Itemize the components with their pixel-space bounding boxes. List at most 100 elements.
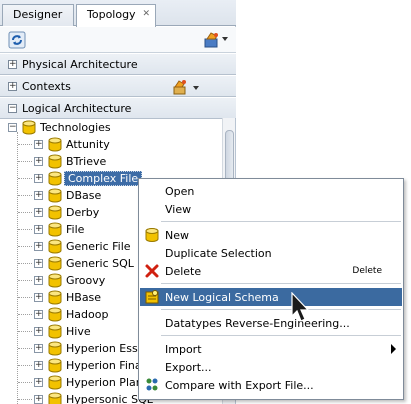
menu-separator [161,221,401,222]
menu-separator [161,283,401,284]
database-icon [48,137,62,152]
tree-node-label: Generic File [66,240,131,253]
tree-node-label: Derby [66,206,100,219]
database-icon [48,375,62,390]
database-icon [48,171,62,186]
context-tools-icon[interactable] [172,79,188,95]
database-icon [48,307,62,322]
expand-icon[interactable]: + [34,140,43,149]
tree-node-label: File [66,223,85,236]
database-icon [48,256,62,271]
database-icon [48,154,62,169]
menu-item-import[interactable]: Import [140,340,402,358]
menu-item-compare-with-export-file[interactable]: Compare with Export File... [140,376,402,394]
menu-item-label: New [165,229,189,242]
tree-guide-line [18,212,32,213]
tree-guide-line [18,229,32,230]
tree-node-label: Hyperion Fina [66,359,142,372]
tree-node-technologies[interactable]: − Technologies [8,119,218,136]
database-icon [48,222,62,237]
collapse-icon[interactable]: − [8,123,17,132]
tree-node-label: Generic SQL [66,257,134,270]
tree-guide-line [18,161,32,162]
expand-icon[interactable]: + [34,395,43,404]
menu-item-open[interactable]: Open [140,182,402,200]
database-icon [48,341,62,356]
menu-item-new[interactable]: New [140,226,402,244]
expand-icon[interactable]: + [34,310,43,319]
tree-guide-line [18,365,32,366]
database-icon [48,392,62,404]
menu-item-export[interactable]: Export... [140,358,402,376]
tree-guide-line [18,195,32,196]
expand-icon[interactable]: + [8,82,17,91]
menu-item-label: Datatypes Reverse-Engineering... [165,317,350,330]
mouse-pointer-icon [291,292,310,322]
tree-node-label: Complex File [64,171,143,186]
refresh-icon[interactable] [8,31,26,49]
menu-item-label: Import [165,343,202,356]
tab-topology-label: Topology [87,8,136,21]
tab-designer[interactable]: Designer [2,4,74,26]
tree-node-label: DBase [66,189,102,202]
new-db-icon [145,228,159,242]
section-label: Physical Architecture [22,58,138,71]
compare-icon [146,378,158,391]
tree-node-technology[interactable]: + BTrieve [34,153,222,170]
tree-guide-line [18,331,32,332]
tree-guide-line [18,246,32,247]
database-icon [48,205,62,220]
expand-icon[interactable]: + [34,344,43,353]
database-icon [48,239,62,254]
tab-bar: Designer Topology ✕ [0,0,236,27]
section-logical-architecture[interactable]: − Logical Architecture [0,97,236,119]
database-icon [48,273,62,288]
tab-topology[interactable]: Topology ✕ [76,4,156,27]
menu-item-delete[interactable]: Delete Delete [140,262,402,280]
expand-icon[interactable]: + [34,378,43,387]
menu-item-new-logical-schema[interactable]: New Logical Schema [140,288,402,306]
connect-navigator-icon[interactable] [203,31,221,49]
expand-icon[interactable]: + [8,60,17,69]
menu-item-accelerator: Delete [352,266,382,276]
tree-guide-line [18,399,32,400]
tree-guide-line [18,314,32,315]
tree-guide-line [18,263,32,264]
section-contexts[interactable]: + Contexts [0,75,236,97]
menu-item-label: Export... [165,361,212,374]
expand-icon[interactable]: + [34,293,43,302]
tree-guide-line [18,348,32,349]
expand-icon[interactable]: + [34,259,43,268]
tree-node-label: Groovy [66,274,106,287]
expand-icon[interactable]: + [34,361,43,370]
expand-icon[interactable]: + [34,242,43,251]
tree-guide-line [18,144,32,145]
chevron-down-icon[interactable] [192,84,200,92]
tree-node-technology[interactable]: + Attunity [34,136,222,153]
menu-item-datatypes-reverse-engineering[interactable]: Datatypes Reverse-Engineering... [140,314,402,332]
database-icon [48,358,62,373]
menu-item-label: Duplicate Selection [165,247,272,260]
tree-node-label: Hive [66,325,91,338]
submenu-arrow-icon [391,344,396,354]
expand-icon[interactable]: + [34,276,43,285]
expand-icon[interactable]: + [34,225,43,234]
menu-item-view[interactable]: View [140,200,402,218]
close-tab-icon[interactable]: ✕ [142,9,150,19]
chevron-down-icon[interactable] [221,35,229,43]
database-icon [48,188,62,203]
menu-separator [161,309,401,310]
expand-icon[interactable]: + [34,208,43,217]
menu-item-duplicate-selection[interactable]: Duplicate Selection [140,244,402,262]
context-menu: Open View New Duplicate Selection Delete… [138,178,404,400]
section-physical-architecture[interactable]: + Physical Architecture [0,53,236,75]
collapse-icon[interactable]: − [8,104,17,113]
tree-guide-line [18,382,32,383]
tree-guide-line [17,132,18,404]
logical-schema-icon [145,290,159,304]
expand-icon[interactable]: + [34,327,43,336]
expand-icon[interactable]: + [34,174,43,183]
expand-icon[interactable]: + [34,157,43,166]
expand-icon[interactable]: + [34,191,43,200]
tree-guide-line [18,280,32,281]
